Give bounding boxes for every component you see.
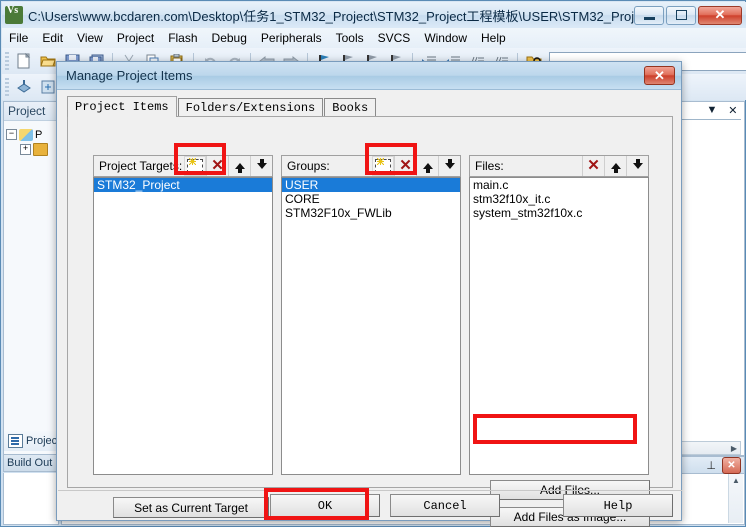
manage-project-items-dialog: Manage Project Items ✕ Project Items Fol… xyxy=(56,61,682,527)
cancel-button[interactable]: Cancel xyxy=(390,494,500,517)
folder-icon xyxy=(33,143,48,156)
groups-listbox[interactable]: USER CORE STM32F10x_FWLib xyxy=(281,177,461,475)
list-item[interactable]: system_stm32f10x.c xyxy=(470,206,648,220)
tree-item-label: P xyxy=(35,128,43,141)
maximize-icon xyxy=(667,7,695,24)
dialog-tabstrip: Project Items Folders/Extensions Books xyxy=(67,96,673,117)
menu-item-peripherals[interactable]: Peripherals xyxy=(254,29,329,47)
close-icon: ✕ xyxy=(714,7,726,22)
project-panel: Project − P + xyxy=(3,101,59,456)
maximize-button[interactable] xyxy=(666,5,696,25)
delete-group-icon[interactable]: ✕ xyxy=(394,156,416,176)
move-target-up-icon[interactable] xyxy=(228,156,250,176)
menu-item-svcs[interactable]: SVCS xyxy=(371,29,418,47)
project-tab-icon xyxy=(8,434,23,448)
toolbar-grip[interactable] xyxy=(5,78,9,96)
menu-bar: File Edit View Project Flash Debug Perip… xyxy=(2,28,746,48)
tree-expander-icon[interactable]: − xyxy=(6,129,17,140)
ok-label: OK xyxy=(317,498,333,513)
pin-icon[interactable]: ⊥ xyxy=(706,459,716,472)
menu-item-help[interactable]: Help xyxy=(474,29,513,47)
list-item[interactable]: main.c xyxy=(470,178,648,192)
close-button[interactable]: ✕ xyxy=(698,5,742,25)
ok-button[interactable]: OK xyxy=(270,494,380,517)
list-item[interactable]: stm32f10x_it.c xyxy=(470,192,648,206)
move-group-up-icon[interactable] xyxy=(416,156,438,176)
tab-books[interactable]: Books xyxy=(324,98,377,117)
new-target-icon[interactable] xyxy=(184,156,206,176)
set-as-current-target-button[interactable]: Set as Current Target xyxy=(113,497,269,518)
tree-expander-icon[interactable]: + xyxy=(20,144,31,155)
move-group-down-icon[interactable] xyxy=(438,156,460,176)
menu-item-debug[interactable]: Debug xyxy=(205,29,254,47)
dialog-title: Manage Project Items xyxy=(66,68,193,83)
project-targets-listbox[interactable]: STM32_Project xyxy=(93,177,273,475)
dialog-close-button[interactable]: ✕ xyxy=(644,66,675,85)
editor-caption-buttons: ▼ ✕ xyxy=(701,102,743,118)
new-group-icon[interactable] xyxy=(372,156,394,176)
build-output-close-button[interactable]: ✕ xyxy=(722,456,741,474)
tab-project-items[interactable]: Project Items xyxy=(67,96,177,117)
title-bar: C:\Users\www.bcdaren.com\Desktop\任务1_STM… xyxy=(2,2,746,28)
main-application-window: C:\Users\www.bcdaren.com\Desktop\任务1_STM… xyxy=(0,0,746,527)
dialog-separator xyxy=(58,490,682,491)
dialog-tab-page: Project Targets: ✕ STM32_Project Groups:… xyxy=(67,116,673,527)
move-file-down-icon[interactable] xyxy=(626,156,648,176)
chevron-down-icon[interactable]: ▼ xyxy=(706,104,717,116)
menu-item-tools[interactable]: Tools xyxy=(329,29,371,47)
project-tree[interactable]: − P + xyxy=(4,121,58,163)
delete-target-icon[interactable]: ✕ xyxy=(206,156,228,176)
help-label: Help xyxy=(603,498,633,513)
list-item[interactable]: USER xyxy=(282,178,460,192)
project-targets-header: Project Targets: ✕ xyxy=(93,155,273,177)
move-file-up-icon[interactable] xyxy=(604,156,626,176)
minimize-button[interactable] xyxy=(634,5,664,25)
menu-item-file[interactable]: File xyxy=(2,29,35,47)
keil-uvision-icon xyxy=(5,6,23,24)
project-tab-label[interactable]: Projec xyxy=(26,435,57,447)
files-listbox[interactable]: main.c stm32f10x_it.c system_stm32f10x.c xyxy=(469,177,649,475)
project-targets-label: Project Targets: xyxy=(99,159,183,173)
dialog-title-bar: Manage Project Items ✕ xyxy=(57,62,681,90)
groups-label: Groups: xyxy=(287,159,330,173)
tab-folders-extensions[interactable]: Folders/Extensions xyxy=(177,98,324,117)
tree-item-group[interactable]: + xyxy=(6,142,56,157)
tree-item-project-root[interactable]: − P xyxy=(6,127,56,142)
delete-file-icon[interactable]: ✕ xyxy=(582,156,604,176)
new-file-icon[interactable] xyxy=(13,50,35,72)
cancel-label: Cancel xyxy=(423,498,467,513)
list-item[interactable]: STM32_Project xyxy=(94,178,272,192)
groups-header: Groups: ✕ xyxy=(281,155,461,177)
files-label: Files: xyxy=(475,159,504,173)
scroll-right-icon[interactable]: ▶ xyxy=(731,444,737,453)
files-header: Files: ✕ xyxy=(469,155,649,177)
build-output-tab[interactable]: Build Out xyxy=(3,454,59,472)
menu-item-view[interactable]: View xyxy=(70,29,110,47)
menu-item-edit[interactable]: Edit xyxy=(35,29,70,47)
scroll-up-icon[interactable]: ▲ xyxy=(732,476,740,485)
project-panel-tabstrip: Projec xyxy=(3,431,59,451)
help-button[interactable]: Help xyxy=(563,494,673,517)
list-item[interactable]: STM32F10x_FWLib xyxy=(282,206,460,220)
build-icon[interactable] xyxy=(13,76,35,98)
menu-item-flash[interactable]: Flash xyxy=(161,29,204,47)
menu-item-project[interactable]: Project xyxy=(110,29,161,47)
minimize-icon xyxy=(635,7,663,24)
left-bottom-blank-pane xyxy=(3,473,59,525)
menu-item-window[interactable]: Window xyxy=(417,29,474,47)
list-item[interactable]: CORE xyxy=(282,192,460,206)
close-icon[interactable]: ✕ xyxy=(728,104,737,117)
project-target-icon xyxy=(19,128,33,141)
set-as-current-target-label: Set as Current Target xyxy=(134,500,248,515)
toolbar-grip[interactable] xyxy=(5,52,9,70)
project-panel-title: Project xyxy=(4,102,58,121)
build-output-vertical-scrollbar[interactable]: ▲ xyxy=(728,474,743,523)
move-target-down-icon[interactable] xyxy=(250,156,272,176)
window-title: C:\Users\www.bcdaren.com\Desktop\任务1_STM… xyxy=(28,8,634,24)
